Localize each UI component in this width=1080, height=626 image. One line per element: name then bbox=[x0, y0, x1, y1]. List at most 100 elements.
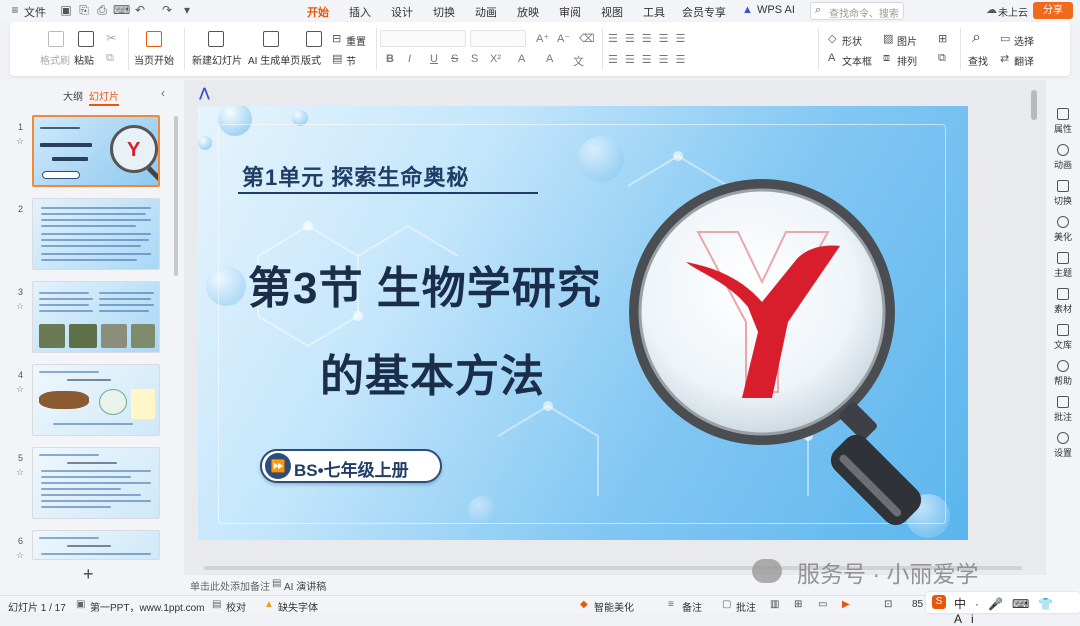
transition-button[interactable]: 切换 bbox=[1046, 180, 1080, 207]
select-button[interactable]: 选择 bbox=[1014, 33, 1034, 48]
copy-icon[interactable]: ⧉ bbox=[106, 52, 114, 65]
font-grow-icon[interactable]: A⁺ bbox=[536, 32, 549, 45]
section-button[interactable]: 节 bbox=[346, 53, 356, 68]
grade-badge[interactable]: ⏩ BS•七年级上册 bbox=[260, 449, 442, 483]
export-icon[interactable]: ⎘ bbox=[77, 3, 91, 17]
paragraph-spacing-icons[interactable]: ☰☰☰☰☰ bbox=[608, 53, 692, 66]
notes-toggle[interactable]: 备注 bbox=[682, 599, 702, 614]
tab-wps-ai[interactable]: WPS AI bbox=[757, 4, 795, 16]
command-search-input[interactable]: ⌕ 查找命令、搜索模板 bbox=[810, 2, 904, 35]
font-color-button[interactable]: A bbox=[518, 53, 525, 65]
ai-single-page-button[interactable]: AI 生成单页 bbox=[248, 52, 300, 67]
font-shrink-icon[interactable]: A⁻ bbox=[557, 32, 570, 45]
settings-button[interactable]: 设置 bbox=[1046, 432, 1080, 459]
tab-outline[interactable]: 大纲 bbox=[63, 88, 83, 103]
bold-button[interactable]: B bbox=[386, 53, 394, 65]
more-icon[interactable]: ⊞ bbox=[938, 32, 947, 45]
comments-toggle[interactable]: 批注 bbox=[736, 599, 756, 614]
strikethrough-button[interactable]: S bbox=[451, 53, 458, 65]
hamburger-icon[interactable]: ≡ bbox=[8, 3, 22, 17]
cut-icon[interactable]: ✂ bbox=[106, 31, 116, 45]
slide-thumbnail-1[interactable]: Y bbox=[32, 115, 160, 187]
comments-button[interactable]: 批注 bbox=[1046, 396, 1080, 423]
tab-member[interactable]: 会员专享 bbox=[682, 4, 726, 20]
slide-1[interactable]: 第1单元 探索生命奥秘 第3节 生物学研究 的基本方法 ⏩ BS•七年级上册 bbox=[198, 106, 968, 540]
star-icon[interactable]: ☆ bbox=[16, 550, 24, 561]
proofread-button[interactable]: 校对 bbox=[226, 599, 246, 614]
theme-button[interactable]: 主题 bbox=[1046, 252, 1080, 279]
chinese-layout-button[interactable]: 文 bbox=[573, 53, 584, 69]
translate-button[interactable]: 翻译 bbox=[1014, 53, 1034, 68]
canvas-vertical-scrollbar[interactable] bbox=[1031, 90, 1037, 120]
animation-button[interactable]: 动画 bbox=[1046, 144, 1080, 171]
slide-sorter-icon[interactable]: ⊞ bbox=[794, 599, 802, 610]
tab-insert[interactable]: 插入 bbox=[349, 4, 371, 20]
highlight-button[interactable]: A bbox=[546, 53, 553, 65]
library-button[interactable]: 文库 bbox=[1046, 324, 1080, 351]
tab-animation[interactable]: 动画 bbox=[475, 4, 497, 20]
reset-button[interactable]: 重置 bbox=[346, 33, 366, 48]
tab-tools[interactable]: 工具 bbox=[643, 4, 665, 20]
undo-icon[interactable]: ↶ bbox=[133, 3, 147, 17]
paste-button[interactable]: 粘贴 bbox=[74, 52, 94, 67]
share-button[interactable]: 分享 bbox=[1033, 2, 1073, 19]
shape-button[interactable]: 形状 bbox=[842, 33, 862, 48]
properties-button[interactable]: 属性 bbox=[1046, 108, 1080, 135]
add-slide-button[interactable]: + bbox=[83, 564, 94, 585]
play-icon[interactable]: ▶ bbox=[842, 599, 850, 610]
new-slide-button[interactable]: 新建幻灯片 bbox=[192, 52, 242, 67]
tab-design[interactable]: 设计 bbox=[391, 4, 413, 20]
tab-view[interactable]: 视图 bbox=[601, 4, 623, 20]
materials-button[interactable]: 素材 bbox=[1046, 288, 1080, 315]
zoom-level[interactable]: 85 bbox=[912, 599, 923, 610]
underline-button[interactable]: U bbox=[430, 53, 438, 65]
save-icon[interactable]: ▣ bbox=[59, 3, 73, 17]
unit-heading[interactable]: 第1单元 探索生命奥秘 bbox=[242, 160, 469, 192]
font-size-select[interactable] bbox=[470, 30, 526, 47]
ime-toolbar[interactable]: S 中·🎤⌨👕Ai bbox=[926, 592, 1080, 626]
print-icon[interactable]: ⎙ bbox=[95, 3, 109, 17]
missing-font-button[interactable]: 缺失字体 bbox=[278, 599, 318, 614]
font-family-select[interactable] bbox=[380, 30, 466, 47]
tab-slideshow[interactable]: 放映 bbox=[517, 4, 539, 20]
fit-window-icon[interactable]: ⊡ bbox=[884, 599, 892, 610]
tab-slides[interactable]: 幻灯片 bbox=[89, 88, 119, 106]
picture-button[interactable]: 图片 bbox=[897, 33, 917, 48]
layers-icon[interactable]: ⧉ bbox=[938, 52, 946, 65]
find-button[interactable]: 查找 bbox=[968, 53, 988, 68]
reading-view-icon[interactable]: ▭ bbox=[818, 599, 827, 610]
star-icon[interactable]: ☆ bbox=[16, 136, 24, 147]
ime-mode-icons[interactable]: 中·🎤⌨👕Ai bbox=[954, 595, 1080, 626]
tab-transition[interactable]: 切换 bbox=[433, 4, 455, 20]
beautify-button[interactable]: 美化 bbox=[1046, 216, 1080, 243]
italic-button[interactable]: I bbox=[408, 53, 411, 65]
notes-placeholder[interactable]: 单击此处添加备注 bbox=[190, 578, 270, 593]
clear-format-icon[interactable]: ⌫ bbox=[579, 32, 595, 45]
smart-beautify-button[interactable]: 智能美化 bbox=[594, 599, 634, 614]
arrange-button[interactable]: 排列 bbox=[897, 53, 917, 68]
cloud-status[interactable]: 未上云 bbox=[998, 4, 1028, 19]
file-menu[interactable]: 文件 bbox=[24, 4, 46, 20]
slide-thumbnail-6[interactable] bbox=[32, 530, 160, 560]
superscript-button[interactable]: X² bbox=[490, 53, 501, 65]
slide-thumbnail-5[interactable] bbox=[32, 447, 160, 519]
ai-speech-button[interactable]: AI 演讲稿 bbox=[284, 578, 326, 593]
paragraph-align-icons[interactable]: ☰☰☰☰☰ bbox=[608, 32, 692, 45]
star-icon[interactable]: ☆ bbox=[16, 301, 24, 312]
format-icon[interactable]: ⌨ bbox=[113, 3, 130, 17]
normal-view-icon[interactable]: ▥ bbox=[770, 599, 779, 610]
redo-icon[interactable]: ↷ bbox=[160, 3, 174, 17]
star-icon[interactable]: ☆ bbox=[16, 384, 24, 395]
slide-thumbnail-2[interactable] bbox=[32, 198, 160, 270]
star-icon[interactable]: ☆ bbox=[16, 467, 24, 478]
slide-title-line-1[interactable]: 第3节 生物学研究 bbox=[248, 252, 602, 316]
play-from-current-button[interactable]: 当页开始 bbox=[134, 52, 174, 67]
tab-review[interactable]: 审阅 bbox=[559, 4, 581, 20]
slide-thumbnail-3[interactable] bbox=[32, 281, 160, 353]
shadow-button[interactable]: S bbox=[471, 53, 478, 65]
layout-button[interactable]: 版式 bbox=[301, 52, 321, 67]
collapse-panel-icon[interactable]: ‹ bbox=[161, 86, 165, 100]
thumbnail-scrollbar[interactable] bbox=[174, 116, 178, 276]
slide-thumbnail-4[interactable] bbox=[32, 364, 160, 436]
more-icon[interactable]: ▾ bbox=[180, 3, 194, 17]
